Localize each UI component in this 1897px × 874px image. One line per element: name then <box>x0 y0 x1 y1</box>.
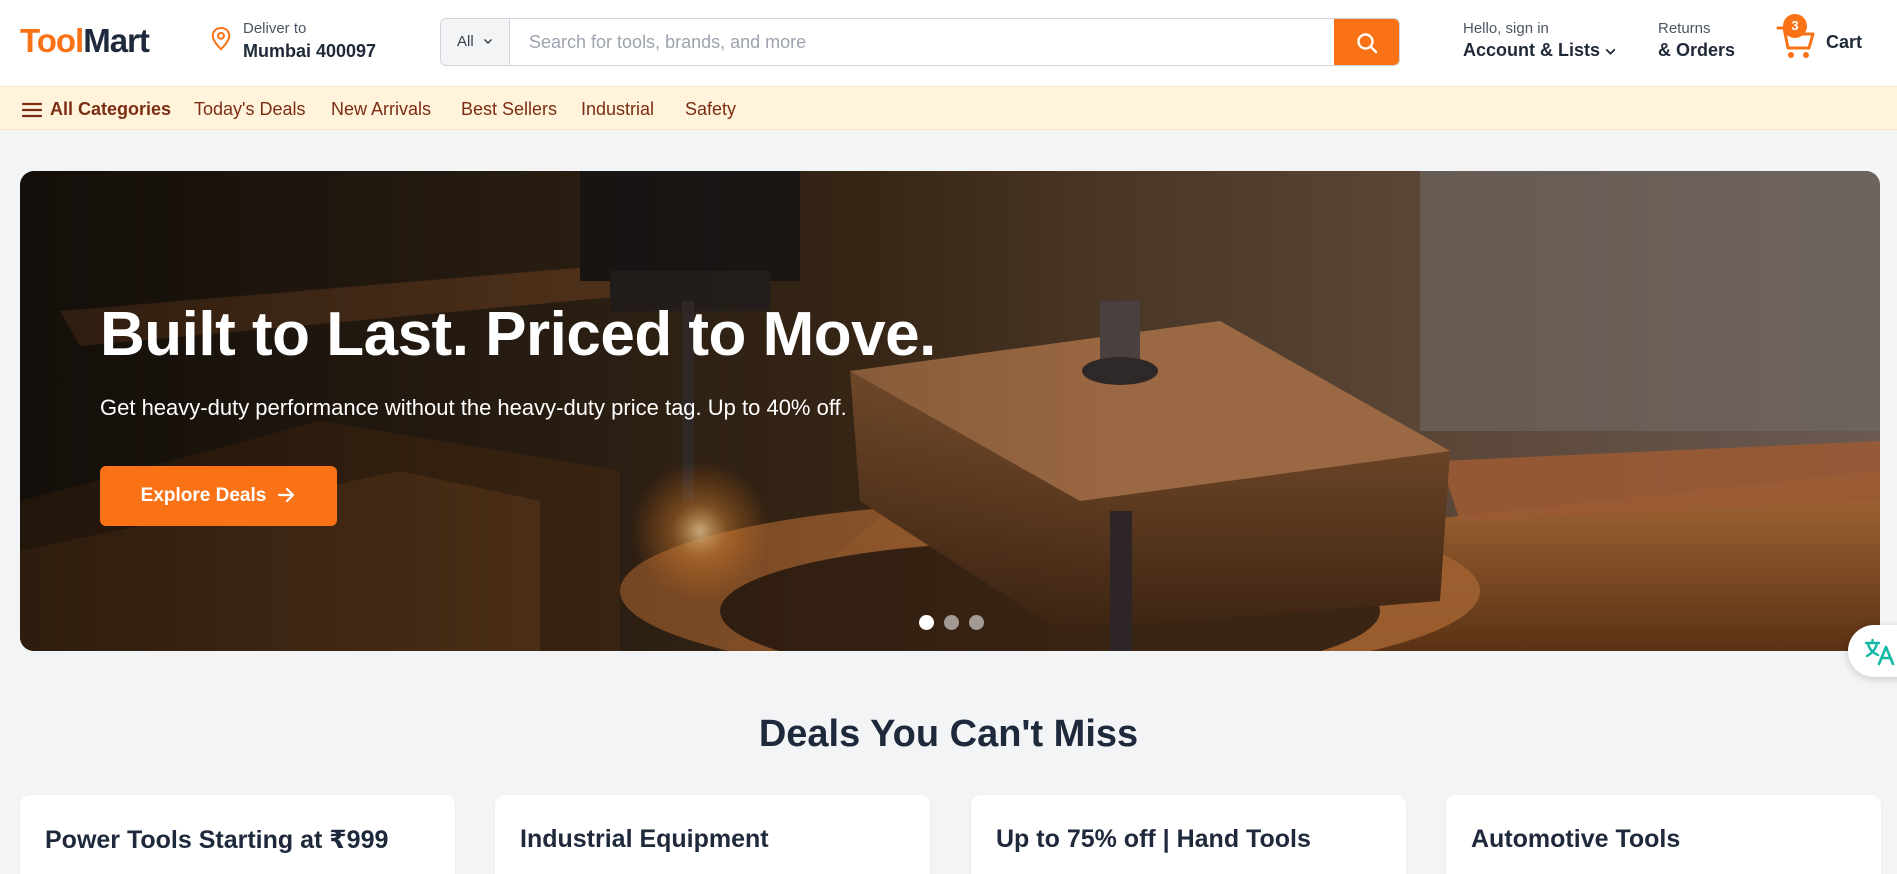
account-greeting: Hello, sign in <box>1463 20 1549 37</box>
hero-title: Built to Last. Priced to Move. <box>100 300 936 369</box>
nav-item-todays-deals[interactable]: Today's Deals <box>194 99 306 120</box>
logo-text-tool: Tool <box>20 22 84 59</box>
all-categories-button[interactable]: All Categories <box>21 99 172 120</box>
deal-card-title: Up to 75% off | Hand Tools <box>996 825 1311 853</box>
arrow-right-icon <box>278 487 295 503</box>
map-pin-icon <box>211 26 231 51</box>
returns-orders-link[interactable]: Returns & Orders <box>1658 20 1735 61</box>
account-menu[interactable]: Hello, sign in Account & Lists <box>1463 20 1617 61</box>
search-icon <box>1357 33 1378 54</box>
nav-item-best-sellers[interactable]: Best Sellers <box>461 99 557 120</box>
deal-card-title: Power Tools Starting at ₹999 <box>45 826 389 854</box>
nav-item-industrial[interactable]: Industrial <box>581 99 654 120</box>
carousel-dot-3[interactable] <box>969 615 984 630</box>
deal-card-automotive-tools[interactable]: Automotive Tools <box>1446 795 1881 874</box>
site-header: ToolMart Deliver to Mumbai 400097 All He… <box>0 0 1897 86</box>
translate-button[interactable] <box>1848 625 1897 677</box>
toolmart-logo[interactable]: ToolMart <box>20 22 150 60</box>
cart-button[interactable]: 3 Cart <box>1776 14 1876 64</box>
cart-label: Cart <box>1826 32 1863 52</box>
hero-banner: Built to Last. Priced to Move. Get heavy… <box>20 171 1880 651</box>
deals-section-title: Deals You Can't Miss <box>758 713 1139 755</box>
deal-card-hand-tools[interactable]: Up to 75% off | Hand Tools <box>971 795 1406 874</box>
returns-label: Returns <box>1658 20 1711 37</box>
search-category-select[interactable]: All <box>441 19 510 65</box>
hero-subtitle: Get heavy-duty performance without the h… <box>100 395 847 420</box>
menu-icon <box>21 102 43 118</box>
deal-card-title: Industrial Equipment <box>520 825 769 853</box>
deliver-location: Mumbai 400097 <box>243 41 377 61</box>
all-categories-label: All Categories <box>50 99 172 119</box>
explore-deals-button[interactable]: Explore Deals <box>100 466 337 526</box>
explore-deals-label: Explore Deals <box>140 485 267 506</box>
logo-text-mart: Mart <box>83 22 150 59</box>
search-category-value: All <box>457 33 474 50</box>
nav-item-safety[interactable]: Safety <box>685 99 736 120</box>
cart-count-badge: 3 <box>1783 14 1807 38</box>
deal-card-power-tools[interactable]: Power Tools Starting at ₹999 <box>20 795 455 874</box>
nav-item-new-arrivals[interactable]: New Arrivals <box>331 99 431 120</box>
search-button[interactable] <box>1334 19 1399 65</box>
chevron-down-icon <box>483 38 493 45</box>
orders-label: & Orders <box>1658 40 1736 60</box>
search-input[interactable] <box>511 19 1331 65</box>
carousel-dot-2[interactable] <box>944 615 959 630</box>
deal-card-title: Automotive Tools <box>1471 825 1681 853</box>
category-nav: All Categories Today's Deals New Arrival… <box>0 86 1897 130</box>
chevron-down-icon <box>1605 48 1616 55</box>
carousel-dot-1[interactable] <box>919 615 934 630</box>
search-bar: All <box>440 18 1400 66</box>
account-label: Account & Lists <box>1463 40 1601 60</box>
deliver-label: Deliver to <box>243 20 307 37</box>
carousel-dots <box>919 615 994 635</box>
deal-card-industrial-equipment[interactable]: Industrial Equipment <box>495 795 930 874</box>
translate-icon <box>1864 638 1895 666</box>
